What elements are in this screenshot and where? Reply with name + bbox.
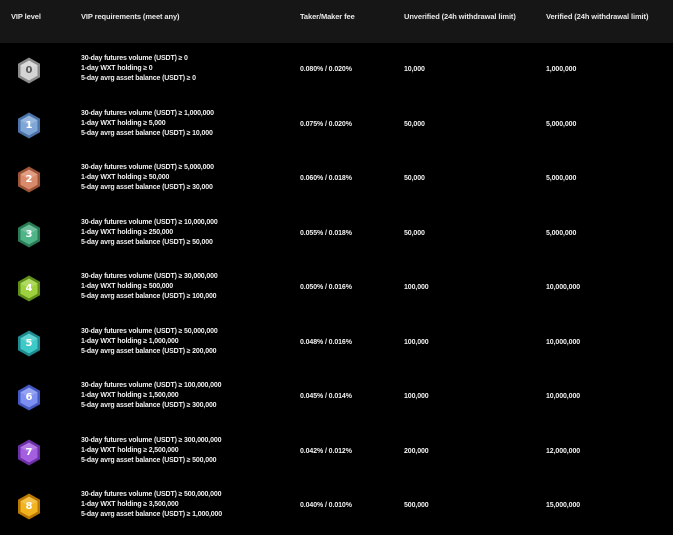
vip-badge-icon: 3 (17, 221, 41, 248)
requirement-asset-balance: 5-day avrg asset balance (USDT) ≥ 1,000,… (81, 511, 222, 519)
requirement-wxt-holding: 1-day WXT holding ≥ 0 (81, 65, 153, 73)
requirement-futures-volume: 30-day futures volume (USDT) ≥ 1,000,000 (81, 109, 214, 117)
unverified-withdrawal-limit: 500,000 (404, 502, 429, 509)
unverified-withdrawal-limit: 100,000 (404, 393, 429, 400)
vip-requirements: 30-day futures volume (USDT) ≥ 30,000,00… (81, 272, 218, 303)
requirement-futures-volume: 30-day futures volume (USDT) ≥ 500,000,0… (81, 491, 222, 498)
requirement-futures-volume: 30-day futures volume (USDT) ≥ 300,000,0… (81, 436, 222, 444)
taker-maker-fee: 0.040% / 0.010% (300, 502, 352, 509)
requirement-wxt-holding: 1-day WXT holding ≥ 2,500,000 (81, 446, 179, 454)
unverified-withdrawal-limit: 100,000 (404, 284, 429, 291)
unverified-withdrawal-limit: 10,000 (404, 66, 425, 73)
table-row: 2 30-day futures volume (USDT) ≥ 5,000,0… (0, 152, 673, 207)
vip-level-number: 4 (25, 283, 33, 294)
taker-maker-fee: 0.055% / 0.018% (300, 229, 352, 237)
table-header: VIP level VIP requirements (meet any) Ta… (0, 0, 673, 43)
vip-level-number: 0 (25, 65, 33, 76)
requirement-asset-balance: 5-day avrg asset balance (USDT) ≥ 10,000 (81, 129, 213, 137)
unverified-withdrawal-limit: 50,000 (404, 229, 425, 237)
vip-level-number: 6 (25, 392, 33, 403)
unverified-withdrawal-limit: 50,000 (404, 175, 425, 182)
requirement-asset-balance: 5-day avrg asset balance (USDT) ≥ 30,000 (81, 184, 213, 192)
requirement-wxt-holding: 1-day WXT holding ≥ 250,000 (81, 228, 173, 236)
table-row: 7 30-day futures volume (USDT) ≥ 300,000… (0, 425, 673, 480)
taker-maker-fee: 0.075% / 0.020% (300, 120, 352, 128)
requirement-asset-balance: 5-day avrg asset balance (USDT) ≥ 0 (81, 75, 196, 83)
vip-level-number: 1 (25, 119, 33, 131)
vip-requirements: 30-day futures volume (USDT) ≥ 500,000,0… (81, 490, 222, 521)
vip-level-number: 2 (25, 174, 33, 185)
requirement-wxt-holding: 1-day WXT holding ≥ 50,000 (81, 174, 170, 182)
vip-level-number: 8 (25, 501, 33, 512)
taker-maker-fee: 0.060% / 0.018% (300, 175, 352, 182)
requirement-futures-volume: 30-day futures volume (USDT) ≥ 10,000,00… (81, 218, 218, 226)
requirement-asset-balance: 5-day avrg asset balance (USDT) ≥ 100,00… (81, 293, 217, 301)
requirement-futures-volume: 30-day futures volume (USDT) ≥ 0 (81, 55, 188, 62)
vip-fee-table: VIP level VIP requirements (meet any) Ta… (0, 0, 673, 535)
vip-badge-icon: 4 (17, 275, 41, 302)
vip-requirements: 30-day futures volume (USDT) ≥ 0 1-day W… (81, 54, 196, 85)
vip-level-number: 7 (25, 446, 33, 458)
requirement-asset-balance: 5-day avrg asset balance (USDT) ≥ 500,00… (81, 456, 217, 464)
requirement-asset-balance: 5-day avrg asset balance (USDT) ≥ 300,00… (81, 402, 217, 410)
verified-withdrawal-limit: 10,000,000 (546, 284, 581, 291)
taker-maker-fee: 0.042% / 0.012% (300, 447, 352, 455)
vip-level-number: 3 (25, 228, 33, 240)
verified-withdrawal-limit: 15,000,000 (546, 502, 581, 509)
vip-badge-icon: 7 (17, 439, 41, 466)
verified-withdrawal-limit: 5,000,000 (546, 229, 577, 237)
unverified-withdrawal-limit: 200,000 (404, 447, 429, 455)
vip-requirements: 30-day futures volume (USDT) ≥ 1,000,000… (81, 109, 214, 140)
unverified-withdrawal-limit: 50,000 (404, 120, 425, 128)
verified-withdrawal-limit: 1,000,000 (546, 66, 577, 73)
taker-maker-fee: 0.048% / 0.016% (300, 338, 352, 346)
header-fee: Taker/Maker fee (300, 12, 355, 21)
vip-requirements: 30-day futures volume (USDT) ≥ 300,000,0… (81, 436, 221, 467)
table-row: 3 30-day futures volume (USDT) ≥ 10,000,… (0, 207, 673, 262)
vip-badge-icon: 6 (17, 384, 41, 411)
header-verified-limit: Verified (24h withdrawal limit) (546, 12, 649, 21)
vip-requirements: 30-day futures volume (USDT) ≥ 100,000,0… (81, 381, 221, 412)
requirement-futures-volume: 30-day futures volume (USDT) ≥ 5,000,000 (81, 164, 214, 171)
requirement-wxt-holding: 1-day WXT holding ≥ 1,500,000 (81, 392, 179, 400)
requirement-futures-volume: 30-day futures volume (USDT) ≥ 100,000,0… (81, 382, 222, 389)
requirement-futures-volume: 30-day futures volume (USDT) ≥ 50,000,00… (81, 327, 218, 335)
table-row: 5 30-day futures volume (USDT) ≥ 50,000,… (0, 316, 673, 371)
vip-badge-icon: 8 (17, 493, 41, 520)
verified-withdrawal-limit: 10,000,000 (546, 338, 581, 346)
vip-requirements: 30-day futures volume (USDT) ≥ 50,000,00… (81, 327, 218, 358)
taker-maker-fee: 0.045% / 0.014% (300, 393, 352, 400)
taker-maker-fee: 0.050% / 0.016% (300, 284, 352, 291)
verified-withdrawal-limit: 5,000,000 (546, 175, 577, 182)
verified-withdrawal-limit: 5,000,000 (546, 120, 577, 128)
table-row: 6 30-day futures volume (USDT) ≥ 100,000… (0, 370, 673, 425)
requirement-asset-balance: 5-day avrg asset balance (USDT) ≥ 50,000 (81, 238, 213, 246)
table-row: 0 30-day futures volume (USDT) ≥ 0 1-day… (0, 43, 673, 98)
table-body: 0 30-day futures volume (USDT) ≥ 0 1-day… (0, 43, 673, 534)
requirement-wxt-holding: 1-day WXT holding ≥ 500,000 (81, 283, 173, 291)
verified-withdrawal-limit: 12,000,000 (546, 447, 581, 455)
unverified-withdrawal-limit: 100,000 (404, 338, 429, 346)
vip-requirements: 30-day futures volume (USDT) ≥ 5,000,000… (81, 163, 214, 194)
vip-level-number: 5 (25, 337, 33, 349)
vip-badge-icon: 1 (17, 112, 41, 139)
header-vip-level: VIP level (11, 12, 41, 21)
vip-requirements: 30-day futures volume (USDT) ≥ 10,000,00… (81, 218, 218, 249)
requirement-asset-balance: 5-day avrg asset balance (USDT) ≥ 200,00… (81, 347, 217, 355)
vip-badge-icon: 2 (17, 166, 41, 193)
vip-badge-icon: 5 (17, 330, 41, 357)
header-unverified-limit: Unverified (24h withdrawal limit) (404, 12, 516, 21)
table-row: 1 30-day futures volume (USDT) ≥ 1,000,0… (0, 98, 673, 153)
requirement-futures-volume: 30-day futures volume (USDT) ≥ 30,000,00… (81, 273, 218, 280)
table-row: 4 30-day futures volume (USDT) ≥ 30,000,… (0, 261, 673, 316)
header-requirements: VIP requirements (meet any) (81, 12, 180, 21)
verified-withdrawal-limit: 10,000,000 (546, 393, 581, 400)
vip-badge-icon: 0 (17, 57, 41, 84)
requirement-wxt-holding: 1-day WXT holding ≥ 3,500,000 (81, 501, 179, 509)
taker-maker-fee: 0.080% / 0.020% (300, 66, 352, 73)
requirement-wxt-holding: 1-day WXT holding ≥ 5,000 (81, 119, 166, 127)
requirement-wxt-holding: 1-day WXT holding ≥ 1,000,000 (81, 337, 179, 345)
table-row: 8 30-day futures volume (USDT) ≥ 500,000… (0, 479, 673, 534)
